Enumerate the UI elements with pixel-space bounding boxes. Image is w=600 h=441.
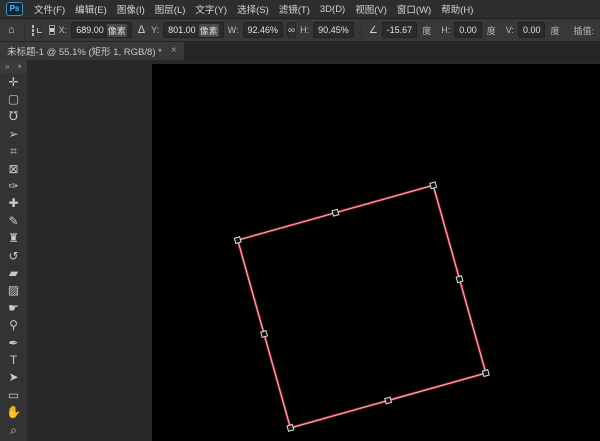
document-tab[interactable]: 未标题-1 @ 55.1% (矩形 1, RGB/8) * × — [0, 42, 184, 60]
menu-item-0[interactable]: 文件(F) — [29, 0, 70, 19]
rotation-angle-unit: 度 — [422, 24, 431, 37]
transform-handle[interactable] — [456, 276, 463, 283]
transform-handle[interactable] — [385, 397, 392, 404]
transform-options-bar: ⌂ X: 689.00 像素 Δ Y: 801.00 像素 W: 92.46% … — [0, 19, 600, 42]
menu-item-3[interactable]: 图层(L) — [150, 0, 191, 19]
y-position-input[interactable]: 801.00 像素 — [163, 22, 224, 38]
menu-item-6[interactable]: 滤镜(T) — [274, 0, 315, 19]
x-label: X: — [59, 25, 68, 35]
separator — [24, 23, 25, 38]
menu-bar: Ps 文件(F)编辑(E)图像(I)图层(L)文字(Y)选择(S)滤镜(T)3D… — [0, 0, 600, 19]
v-skew-input[interactable]: 0.00 — [518, 22, 546, 38]
rectangle-shape-outline — [238, 185, 486, 428]
menu-item-7[interactable]: 3D(D) — [315, 0, 350, 19]
h-skew-label: H: — [441, 25, 450, 35]
h-skew-input[interactable]: 0.00 — [454, 22, 482, 38]
menu-item-1[interactable]: 编辑(E) — [70, 0, 112, 19]
transform-marquee — [238, 185, 486, 428]
rotation-angle-input[interactable]: -15.67 — [382, 22, 418, 38]
rotate-angle-icon: ∠ — [369, 25, 378, 36]
v-skew-value: 0.00 — [523, 25, 541, 35]
transform-handle[interactable] — [287, 425, 294, 432]
transform-overlay — [0, 60, 600, 441]
relative-position-delta-icon[interactable]: Δ — [136, 25, 147, 36]
menu-item-5[interactable]: 选择(S) — [232, 0, 274, 19]
transform-handle[interactable] — [430, 182, 437, 189]
rotation-angle-value: -15.67 — [387, 25, 413, 35]
menu-item-2[interactable]: 图像(I) — [112, 0, 150, 19]
document-tab-bar: 未标题-1 @ 55.1% (矩形 1, RGB/8) * × — [0, 42, 600, 60]
h-skew-value: 0.00 — [459, 25, 477, 35]
transform-box[interactable] — [234, 182, 489, 431]
menu-item-10[interactable]: 帮助(H) — [436, 0, 478, 19]
transform-handle[interactable] — [332, 209, 339, 216]
x-position-input[interactable]: 689.00 像素 — [71, 22, 132, 38]
home-icon[interactable]: ⌂ — [6, 25, 17, 36]
document-tab-title: 未标题-1 @ 55.1% (矩形 1, RGB/8) * — [7, 44, 162, 58]
width-input[interactable]: 92.46% — [243, 22, 284, 38]
reference-point-locator[interactable] — [49, 25, 55, 35]
workspace: » × ✛▢℧➢⌗⊠✑✚✎♜↺▰▨☛⚲✒T➤▭✋⌕ — [0, 60, 600, 441]
transform-handle[interactable] — [261, 331, 268, 338]
x-unit: 像素 — [107, 24, 127, 37]
y-unit: 像素 — [199, 24, 219, 37]
v-skew-unit: 度 — [550, 24, 559, 37]
transform-handle[interactable] — [234, 237, 241, 244]
width-label: W: — [228, 25, 239, 35]
photoshop-logo-icon[interactable]: Ps — [6, 2, 23, 16]
separator — [361, 23, 362, 38]
h-skew-unit: 度 — [487, 24, 496, 37]
y-value: 801.00 — [168, 25, 196, 35]
height-label: H: — [300, 25, 309, 35]
x-value: 689.00 — [76, 25, 104, 35]
menu-item-4[interactable]: 文字(Y) — [190, 0, 232, 19]
height-input[interactable]: 90.45% — [313, 22, 354, 38]
v-skew-label: V: — [506, 25, 514, 35]
height-value: 90.45% — [318, 25, 349, 35]
menu-item-9[interactable]: 窗口(W) — [392, 0, 436, 19]
menu-item-8[interactable]: 视图(V) — [350, 0, 392, 19]
width-value: 92.46% — [248, 25, 279, 35]
tab-close-icon[interactable]: × — [171, 46, 177, 56]
interpolation-label: 插值: — [573, 24, 594, 37]
transform-tool-icon — [32, 25, 34, 36]
transform-handle[interactable] — [482, 370, 489, 377]
menu-items: 文件(F)编辑(E)图像(I)图层(L)文字(Y)选择(S)滤镜(T)3D(D)… — [29, 0, 478, 19]
photoshop-window: Ps 文件(F)编辑(E)图像(I)图层(L)文字(Y)选择(S)滤镜(T)3D… — [0, 0, 600, 441]
y-label: Y: — [151, 25, 159, 35]
maintain-aspect-ratio-link-icon[interactable]: ∞ — [287, 22, 296, 38]
